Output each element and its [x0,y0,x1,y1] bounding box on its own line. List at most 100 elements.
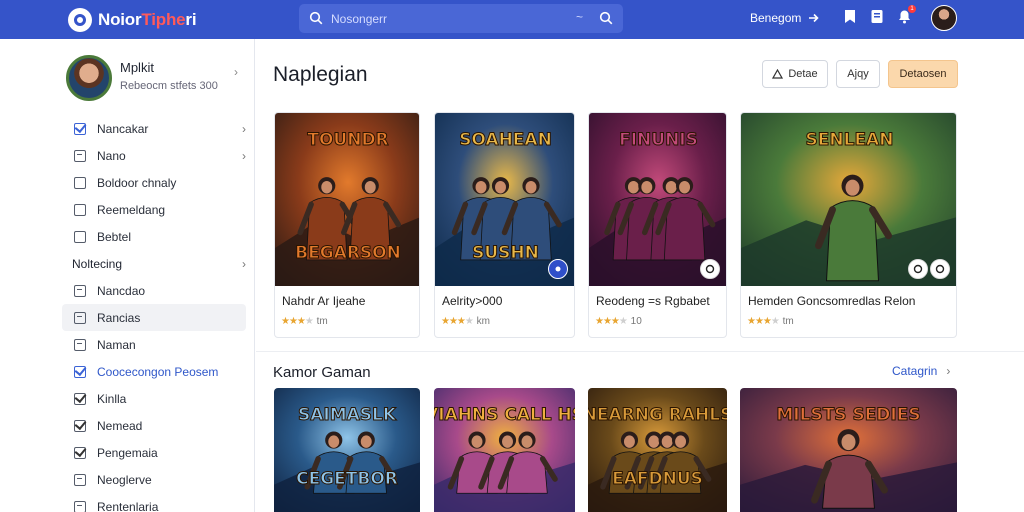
star-rating-icon: ★★★ [595,316,620,327]
sidebar-item[interactable]: Nancdao [62,277,246,304]
sidebar-item-label: Naman [97,337,136,352]
checkbox-checked-icon[interactable] [74,500,86,512]
sidebar-item-label: Nemead [97,418,143,433]
svg-text:BEGARSON: BEGARSON [295,243,401,263]
see-all-link[interactable]: Catagrin › [892,364,950,378]
game-rating: ★★★★ km [441,316,490,327]
game-title[interactable]: Hemden Goncsomredlas Relon [748,294,915,308]
apply-button[interactable]: Ajqy [836,60,880,88]
game-rating: ★★★★ tm [747,316,794,327]
play-icon[interactable] [700,259,720,279]
game-cover-image[interactable]: VIAHNS CALL HS [434,388,575,512]
notification-badge: 1 [908,5,916,13]
delete-button[interactable]: Detae [762,60,828,88]
warning-icon [772,69,784,79]
arrow-right-icon [809,13,820,23]
game-rating: ★★★★ 10 [595,316,642,327]
game-card[interactable]: SAIMASLK CEGETBOR [274,388,420,512]
search-submit-icon[interactable] [599,11,613,25]
checkbox-checked-icon[interactable] [74,311,86,324]
checkbox-checked-icon[interactable] [74,473,86,486]
sidebar-item[interactable]: Boldoor chnaly [62,169,246,196]
checkbox-checked-icon[interactable] [74,338,86,351]
sidebar-item[interactable]: Noltecing › [62,250,246,277]
svg-text:CEGETBOR: CEGETBOR [296,469,398,489]
sidebar-item-label: Nano [97,148,126,163]
sidebar-item-label: Boldoor chnaly [97,175,177,190]
game-card[interactable]: MILSTS SEDIES [740,388,957,512]
game-card[interactable]: NEARNG RAHLS EAFDNUS [588,388,727,512]
search-bar[interactable]: ~ [299,4,623,33]
checkbox-checked-icon[interactable] [74,365,86,378]
search-input[interactable] [331,9,561,28]
game-title[interactable]: Reodeng =s Rgbabet [596,294,710,308]
sidebar-item[interactable]: Nemead [62,412,246,439]
app-logo[interactable]: NoiorTipheri [68,7,197,32]
profile-card[interactable]: Mplkit Rebeocm stfets 300 › [66,55,246,103]
notification-icon[interactable]: 1 [896,5,916,24]
sidebar-item-label: Reemeldang [97,202,166,217]
checkbox-checked-icon[interactable] [74,122,86,135]
svg-text:FINUNIS: FINUNIS [619,130,698,150]
svg-text:MILSTS SEDIES: MILSTS SEDIES [776,405,920,425]
checkbox-icon[interactable] [74,203,86,216]
sidebar-item[interactable]: Rancias [62,304,246,331]
game-cover-image[interactable]: MILSTS SEDIES [740,388,957,512]
checkbox-icon[interactable] [74,230,86,243]
checkbox-checked-icon[interactable] [74,392,86,405]
star-empty-icon: ★ [618,316,628,327]
play-icon[interactable] [908,259,928,279]
bookmark-icon[interactable] [842,8,858,24]
star-rating-icon: ★★★ [747,316,772,327]
details-button[interactable]: Detaosen [888,60,958,88]
info-icon[interactable] [548,259,568,279]
game-cover-image[interactable]: TOUNDR BEGARSON [275,113,419,286]
sidebar-item-label: Nancakar [97,121,149,136]
game-title[interactable]: Aelrity>000 [442,294,502,308]
profile-subtitle: Rebeocm stfets 300 [120,80,218,92]
star-empty-icon: ★ [464,316,474,327]
game-title[interactable]: Nahdr Ar Ijeahe [282,294,365,308]
sidebar-nav: Nancakar › Nano › Boldoor chnaly Reemeldang Be… [62,115,246,512]
notes-icon[interactable] [869,8,885,24]
user-avatar[interactable] [931,5,957,31]
sidebar-item[interactable]: Neoglerve [62,466,246,493]
chevron-right-icon: › [946,364,951,378]
sidebar-item-label: Nancdao [97,283,146,298]
sidebar-item[interactable]: Coocecongon Peosem [62,358,246,385]
profile-name: Mplkit [120,60,154,75]
checkbox-checked-icon[interactable] [74,419,86,432]
game-card[interactable]: SOAHEAN SUSHN Aelrity>000 ★★★★ km [434,112,575,338]
top-nav-link[interactable]: Benegom [750,11,820,25]
sidebar-item[interactable]: Bebtel [62,223,246,250]
sidebar-item[interactable]: Naman [62,331,246,358]
game-cover-image[interactable]: SAIMASLK CEGETBOR [274,388,420,512]
chevron-right-icon: › [242,121,246,136]
chevron-right-icon: › [242,256,246,271]
checkbox-icon[interactable] [74,176,86,189]
game-card[interactable]: VIAHNS CALL HS [434,388,575,512]
sidebar-item-label: Kinlla [97,391,127,406]
sidebar-item-label: Noltecing [72,256,123,271]
sidebar-item[interactable]: Reemeldang [62,196,246,223]
sidebar-item[interactable]: Kinlla [62,385,246,412]
checkbox-checked-icon[interactable] [74,149,86,162]
checkbox-checked-icon[interactable] [74,284,86,297]
star-rating-icon: ★★★ [281,316,306,327]
play-icon[interactable] [930,259,950,279]
top-nav-link-label: Benegom [750,11,802,25]
sidebar-item[interactable]: Pengemaia [62,439,246,466]
search-icon [309,11,323,25]
sidebar: Mplkit Rebeocm stfets 300 › Nancakar › Nan… [0,39,255,512]
game-card[interactable]: TOUNDR BEGARSON Nahdr Ar Ijeahe ★★★★ tm [274,112,420,338]
sidebar-item-label: Rancias [97,310,141,325]
game-card[interactable]: FINUNIS Reodeng =s Rgbabet ★★★★ 10 [588,112,727,338]
sidebar-item[interactable]: Rentenlaria [62,493,246,512]
sidebar-item[interactable]: Nano › [62,142,246,169]
game-card[interactable]: SENLEAN Hemden Goncsomredlas Relon ★★★★ tm [740,112,957,338]
star-empty-icon: ★ [304,316,314,327]
section-actions: Detae Ajqy Detaosen [762,60,958,88]
sidebar-item[interactable]: Nancakar › [62,115,246,142]
game-cover-image[interactable]: NEARNG RAHLS EAFDNUS [588,388,727,512]
checkbox-checked-icon[interactable] [74,446,86,459]
